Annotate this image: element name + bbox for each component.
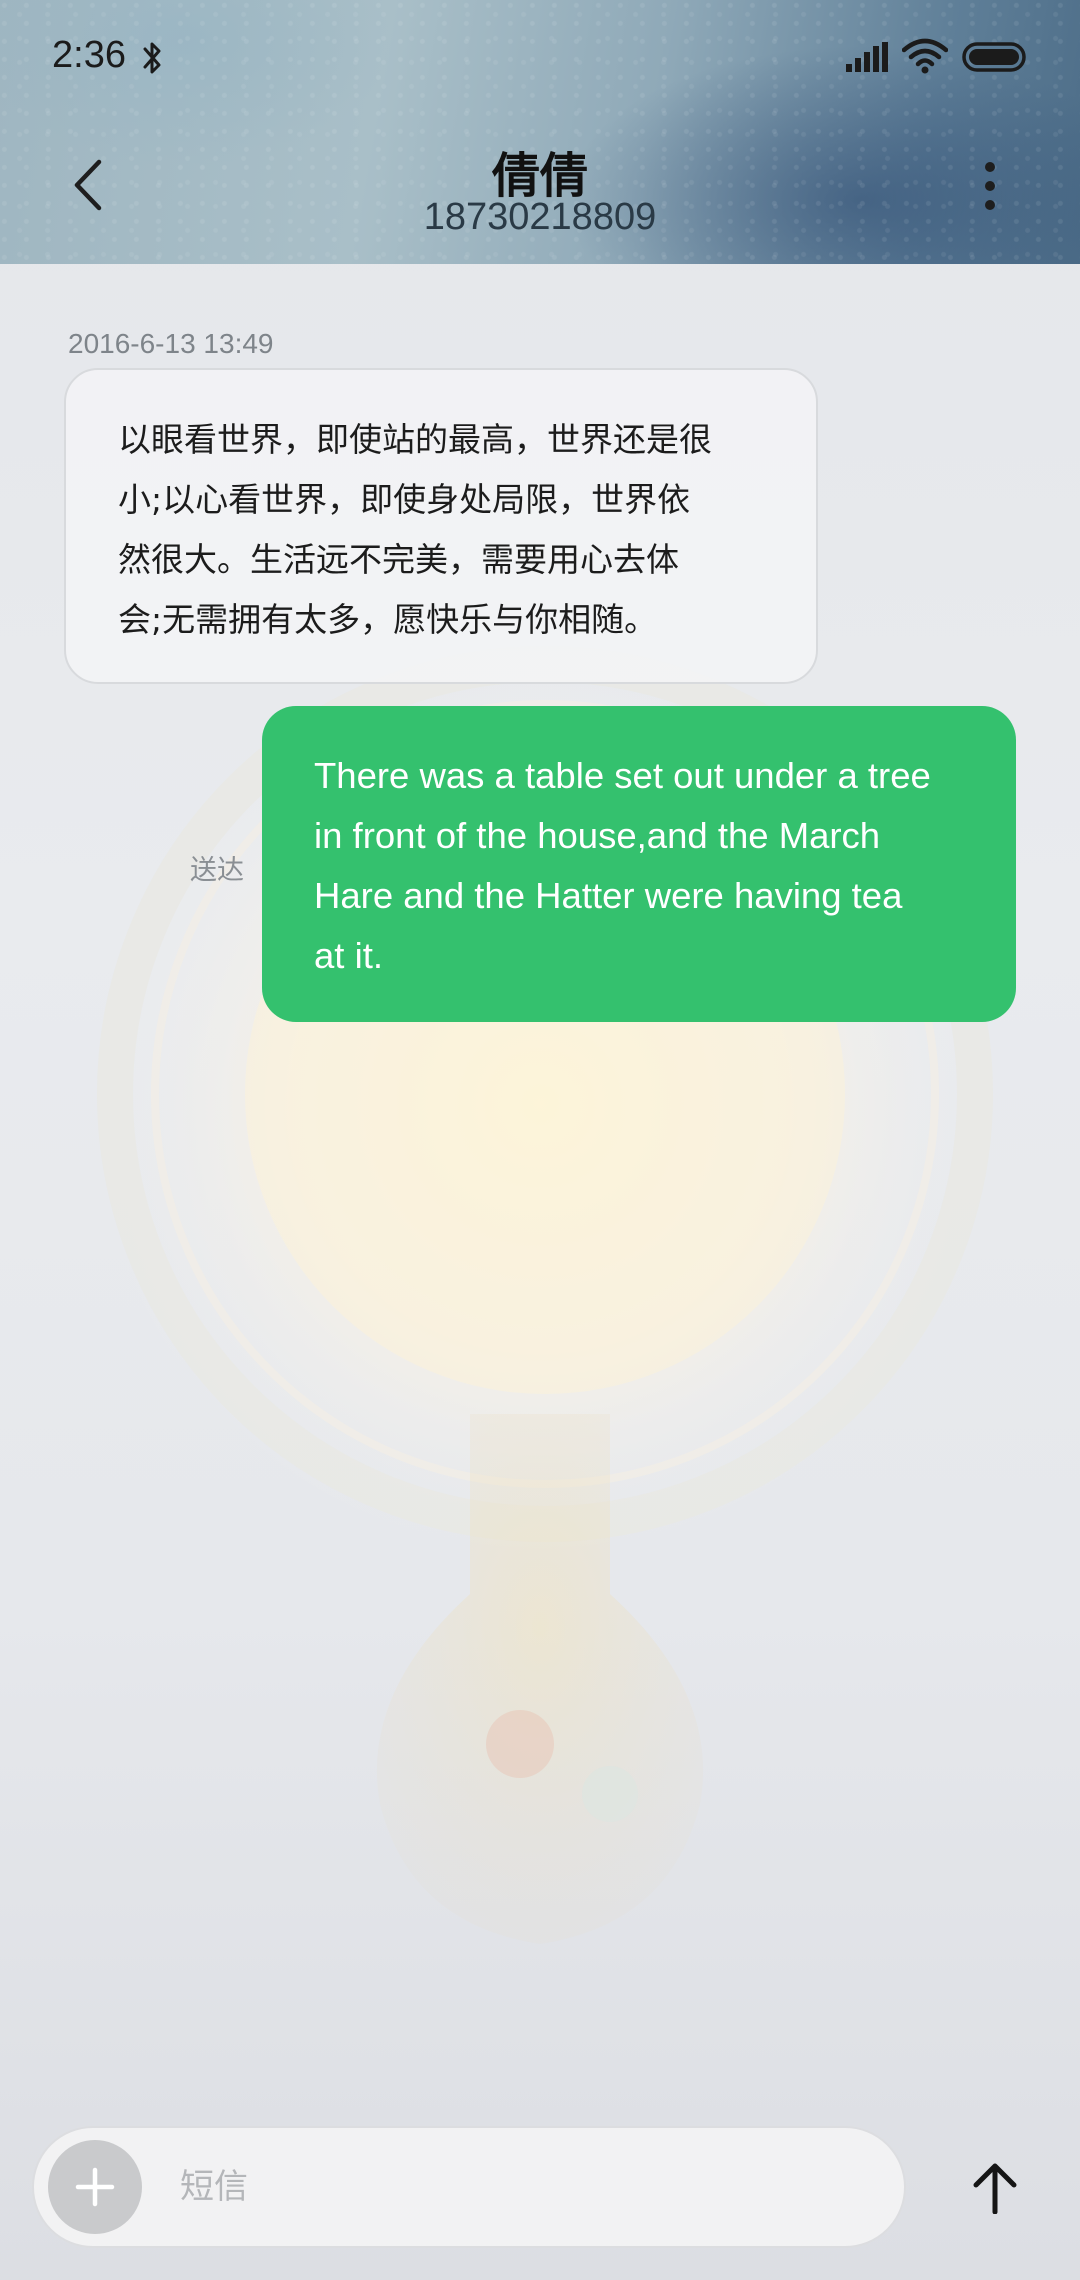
signal-icon: [846, 42, 888, 72]
send-button[interactable]: [958, 2148, 1032, 2228]
wifi-icon: [902, 38, 948, 74]
attach-button[interactable]: [48, 2140, 142, 2234]
more-vertical-icon: [985, 162, 995, 210]
sms-conversation-screen: 2:36 倩倩 18730218809 2016-6-13 13:49 以眼看世…: [0, 0, 1080, 2280]
incoming-message-text: 以眼看世界，即使站的最高，世界还是很 小;以心看世界，即使身处局限，世界依 然很…: [118, 420, 712, 639]
outgoing-message-text: There was a table set out under a tree i…: [314, 755, 931, 976]
plus-icon: [75, 2167, 115, 2207]
message-input[interactable]: [180, 2152, 860, 2222]
outgoing-message-bubble[interactable]: There was a table set out under a tree i…: [262, 706, 1016, 1022]
incoming-message-bubble[interactable]: 以眼看世界，即使站的最高，世界还是很 小;以心看世界，即使身处局限，世界依 然很…: [64, 368, 818, 684]
bluetooth-icon: [143, 42, 161, 74]
arrow-up-icon: [973, 2163, 1017, 2214]
delivery-status: 送达: [190, 855, 244, 885]
more-options-button[interactable]: [970, 158, 1010, 214]
conversation-header: 2:36 倩倩 18730218809: [0, 0, 1080, 264]
message-timestamp: 2016-6-13 13:49: [68, 328, 274, 359]
message-composer: [32, 2126, 906, 2248]
battery-icon: [962, 42, 1026, 72]
status-time: 2:36: [52, 34, 126, 76]
contact-number: 18730218809: [423, 196, 657, 238]
